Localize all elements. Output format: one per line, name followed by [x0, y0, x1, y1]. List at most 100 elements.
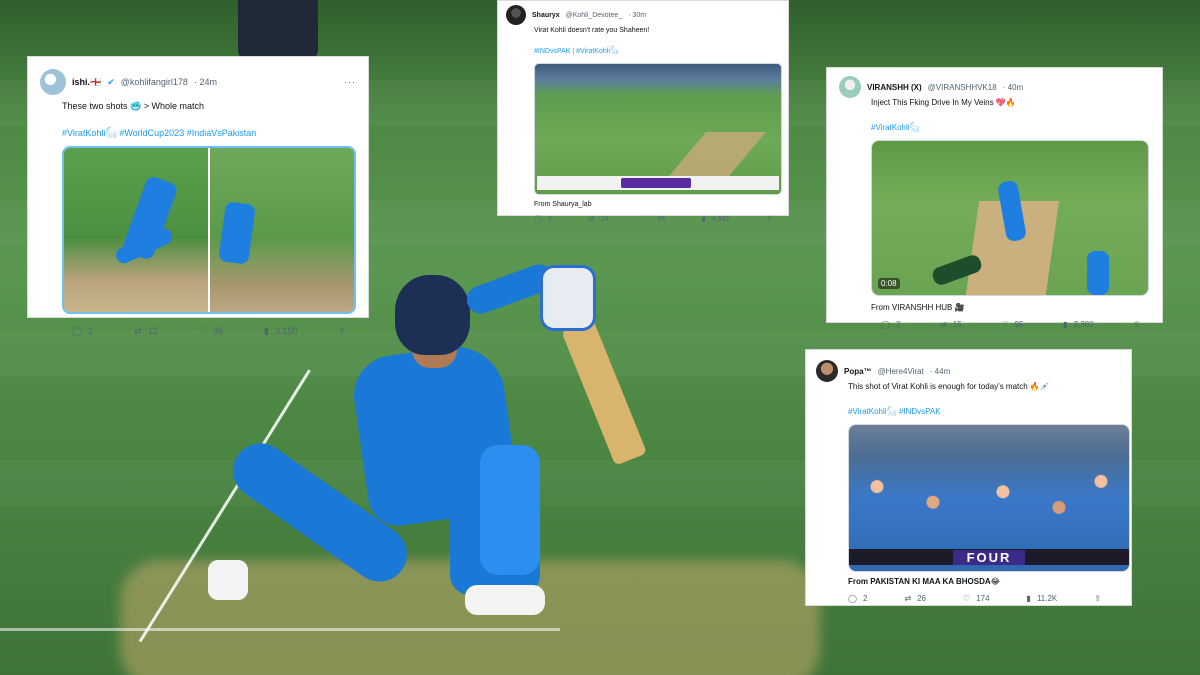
- tweet-text: This shot of Virat Kohli is enough for t…: [848, 382, 1050, 391]
- like-count: 98: [212, 326, 223, 336]
- tweet-time[interactable]: · 44m: [930, 367, 950, 376]
- reply-count: 2: [547, 216, 552, 223]
- avatar[interactable]: [816, 360, 838, 382]
- batsman-pad: [480, 445, 540, 575]
- avatar[interactable]: [506, 5, 526, 25]
- like-button[interactable]: ♡ 174: [963, 594, 990, 603]
- display-name[interactable]: ishi.🏴󠁧󠁢󠁥󠁮󠁧󠁿: [72, 77, 101, 88]
- tweet-actions: ◯ 2 ⇄ 15 ♡ 95 ▮ 2,380 ⇪: [881, 320, 1140, 329]
- retweet-button[interactable]: ⇄ 15: [940, 320, 962, 329]
- display-name[interactable]: VIRANSHH (X): [867, 83, 922, 92]
- reply-button[interactable]: ◯ 2: [881, 320, 900, 329]
- views-icon: ▮: [263, 325, 269, 336]
- share-icon: ⇪: [338, 325, 346, 336]
- share-icon: ⇪: [1133, 319, 1140, 329]
- views-button[interactable]: ▮ 2,380: [1063, 320, 1093, 329]
- avatar[interactable]: [40, 69, 66, 95]
- media-source[interactable]: From VIRANSHH HUB 🎥: [871, 303, 1150, 312]
- like-button[interactable]: ♡ 95: [1001, 320, 1023, 329]
- hashtags[interactable]: #ViratKohli𓃵 #INDvsPAK: [848, 403, 1121, 417]
- tweet-text: Virat Kohli doesn't rate you Shaheen!: [534, 27, 650, 34]
- retweet-button[interactable]: ⇄ 24: [589, 216, 609, 223]
- like-button[interactable]: ♡ 98: [199, 326, 223, 336]
- like-count: 95: [1014, 320, 1024, 329]
- tweet-header: VIRANSHH (X) @VIRANSHHVK18 · 40m: [839, 76, 1150, 98]
- user-handle[interactable]: @kohlifangirl178: [121, 77, 188, 87]
- tweet-card[interactable]: VIRANSHH (X) @VIRANSHHVK18 · 40m Inject …: [826, 67, 1163, 329]
- share-button[interactable]: ⇪: [338, 325, 346, 336]
- like-button[interactable]: ♡ 95: [645, 216, 665, 223]
- video-timer: 0:08: [878, 278, 900, 289]
- media-image[interactable]: [64, 148, 208, 312]
- scoreboard-bar: [537, 176, 779, 190]
- more-icon[interactable]: ···: [344, 77, 356, 87]
- tweet-time[interactable]: · 24m: [194, 77, 217, 87]
- tweet-media[interactable]: [534, 63, 782, 195]
- user-handle[interactable]: @Kohli_Devotee_: [566, 12, 623, 19]
- reply-button[interactable]: ◯ 2: [534, 216, 552, 223]
- tweet-card[interactable]: Popa™ @Here4Virat · 44m This shot of Vir…: [805, 349, 1132, 606]
- heart-icon: ♡: [198, 325, 207, 336]
- tweet-video[interactable]: 0:08: [871, 140, 1149, 296]
- views-button[interactable]: ▮ 11.2K: [1027, 594, 1058, 603]
- four-label: FOUR: [952, 549, 1026, 565]
- tweet-media[interactable]: FOUR: [848, 424, 1130, 572]
- media-image[interactable]: [208, 148, 354, 312]
- share-button[interactable]: ⇪: [1094, 594, 1101, 603]
- views-icon: ▮: [701, 216, 706, 223]
- crease-line: [0, 628, 560, 631]
- avatar[interactable]: [839, 76, 861, 98]
- hashtags[interactable]: #ViratKohli𓃵: [871, 119, 1150, 133]
- views-count: 2,380: [1073, 320, 1094, 329]
- like-count: 95: [657, 216, 666, 223]
- reply-count: 1: [88, 326, 94, 336]
- retweet-icon: ⇄: [588, 216, 595, 223]
- views-count: 4,342: [711, 216, 730, 223]
- tweet-header: Popa™ @Here4Virat · 44m: [816, 360, 1121, 382]
- display-name[interactable]: Shauryx: [532, 12, 560, 19]
- tweet-header: Shauryx @Kohli_Devotee_ · 30m: [506, 5, 780, 25]
- reply-button[interactable]: ◯ 1: [72, 326, 93, 336]
- reply-button[interactable]: ◯ 2: [848, 594, 867, 603]
- reply-icon: ◯: [881, 319, 890, 329]
- share-icon: ⇪: [766, 216, 772, 223]
- retweet-count: 15: [952, 320, 962, 329]
- crowd-image: [849, 445, 1129, 549]
- tweet-card[interactable]: ishi.🏴󠁧󠁢󠁥󠁮󠁧󠁿 ✔ @kohlifangirl178 · 24m ··…: [27, 56, 369, 336]
- views-button[interactable]: ▮ 3,150: [264, 326, 297, 336]
- media-source[interactable]: From PAKISTAN KI MAA KA BHOSDA😂: [848, 577, 1121, 586]
- tweet-text: Inject This Fking Drive In My Veins 💖🔥: [871, 98, 1016, 107]
- hashtags[interactable]: #ViratKohli𓃵 #WorldCup2023 #IndiaVsPakis…: [62, 124, 356, 139]
- retweet-button[interactable]: ⇄ 12: [134, 326, 158, 336]
- reply-count: 2: [895, 320, 901, 329]
- retweet-count: 12: [147, 326, 158, 336]
- tweet-time[interactable]: · 30m: [628, 12, 646, 19]
- tweet-time[interactable]: · 40m: [1003, 83, 1023, 92]
- share-button[interactable]: ⇪: [766, 216, 772, 223]
- tweet-actions: ◯ 1 ⇄ 12 ♡ 98 ▮ 3,150 ⇪: [72, 326, 346, 336]
- like-count: 174: [976, 594, 990, 603]
- media-source[interactable]: From Shaurya_lab: [534, 201, 780, 208]
- tweet-actions: ◯ 2 ⇄ 24 ♡ 95 ▮ 4,342 ⇪: [534, 216, 772, 223]
- user-handle[interactable]: @VIRANSHHVK18: [928, 83, 997, 92]
- retweet-icon: ⇄: [904, 593, 912, 603]
- heart-icon: ♡: [1001, 319, 1009, 329]
- user-handle[interactable]: @Here4Virat: [878, 367, 924, 376]
- batsman-figure: [217, 201, 257, 265]
- hashtags[interactable]: #INDvsPAK | #ViratKohli𓃵: [534, 45, 780, 56]
- heart-icon: ♡: [645, 216, 652, 223]
- tweet-text: These two shots 🥶 > Whole match: [62, 101, 205, 111]
- retweet-count: 26: [917, 594, 927, 603]
- batting-glove: [540, 265, 596, 331]
- retweet-button[interactable]: ⇄ 26: [904, 594, 926, 603]
- display-name[interactable]: Popa™: [844, 367, 872, 376]
- share-button[interactable]: ⇪: [1133, 319, 1140, 329]
- reply-count: 2: [862, 594, 868, 603]
- views-icon: ▮: [1026, 593, 1031, 603]
- retweet-icon: ⇄: [940, 319, 947, 329]
- tweet-media[interactable]: [62, 146, 356, 314]
- reply-icon: ◯: [72, 325, 83, 336]
- views-button[interactable]: ▮ 4,342: [702, 216, 729, 223]
- tweet-card[interactable]: Shauryx @Kohli_Devotee_ · 30m Virat Kohl…: [497, 0, 789, 223]
- batsman-shoe: [208, 560, 248, 600]
